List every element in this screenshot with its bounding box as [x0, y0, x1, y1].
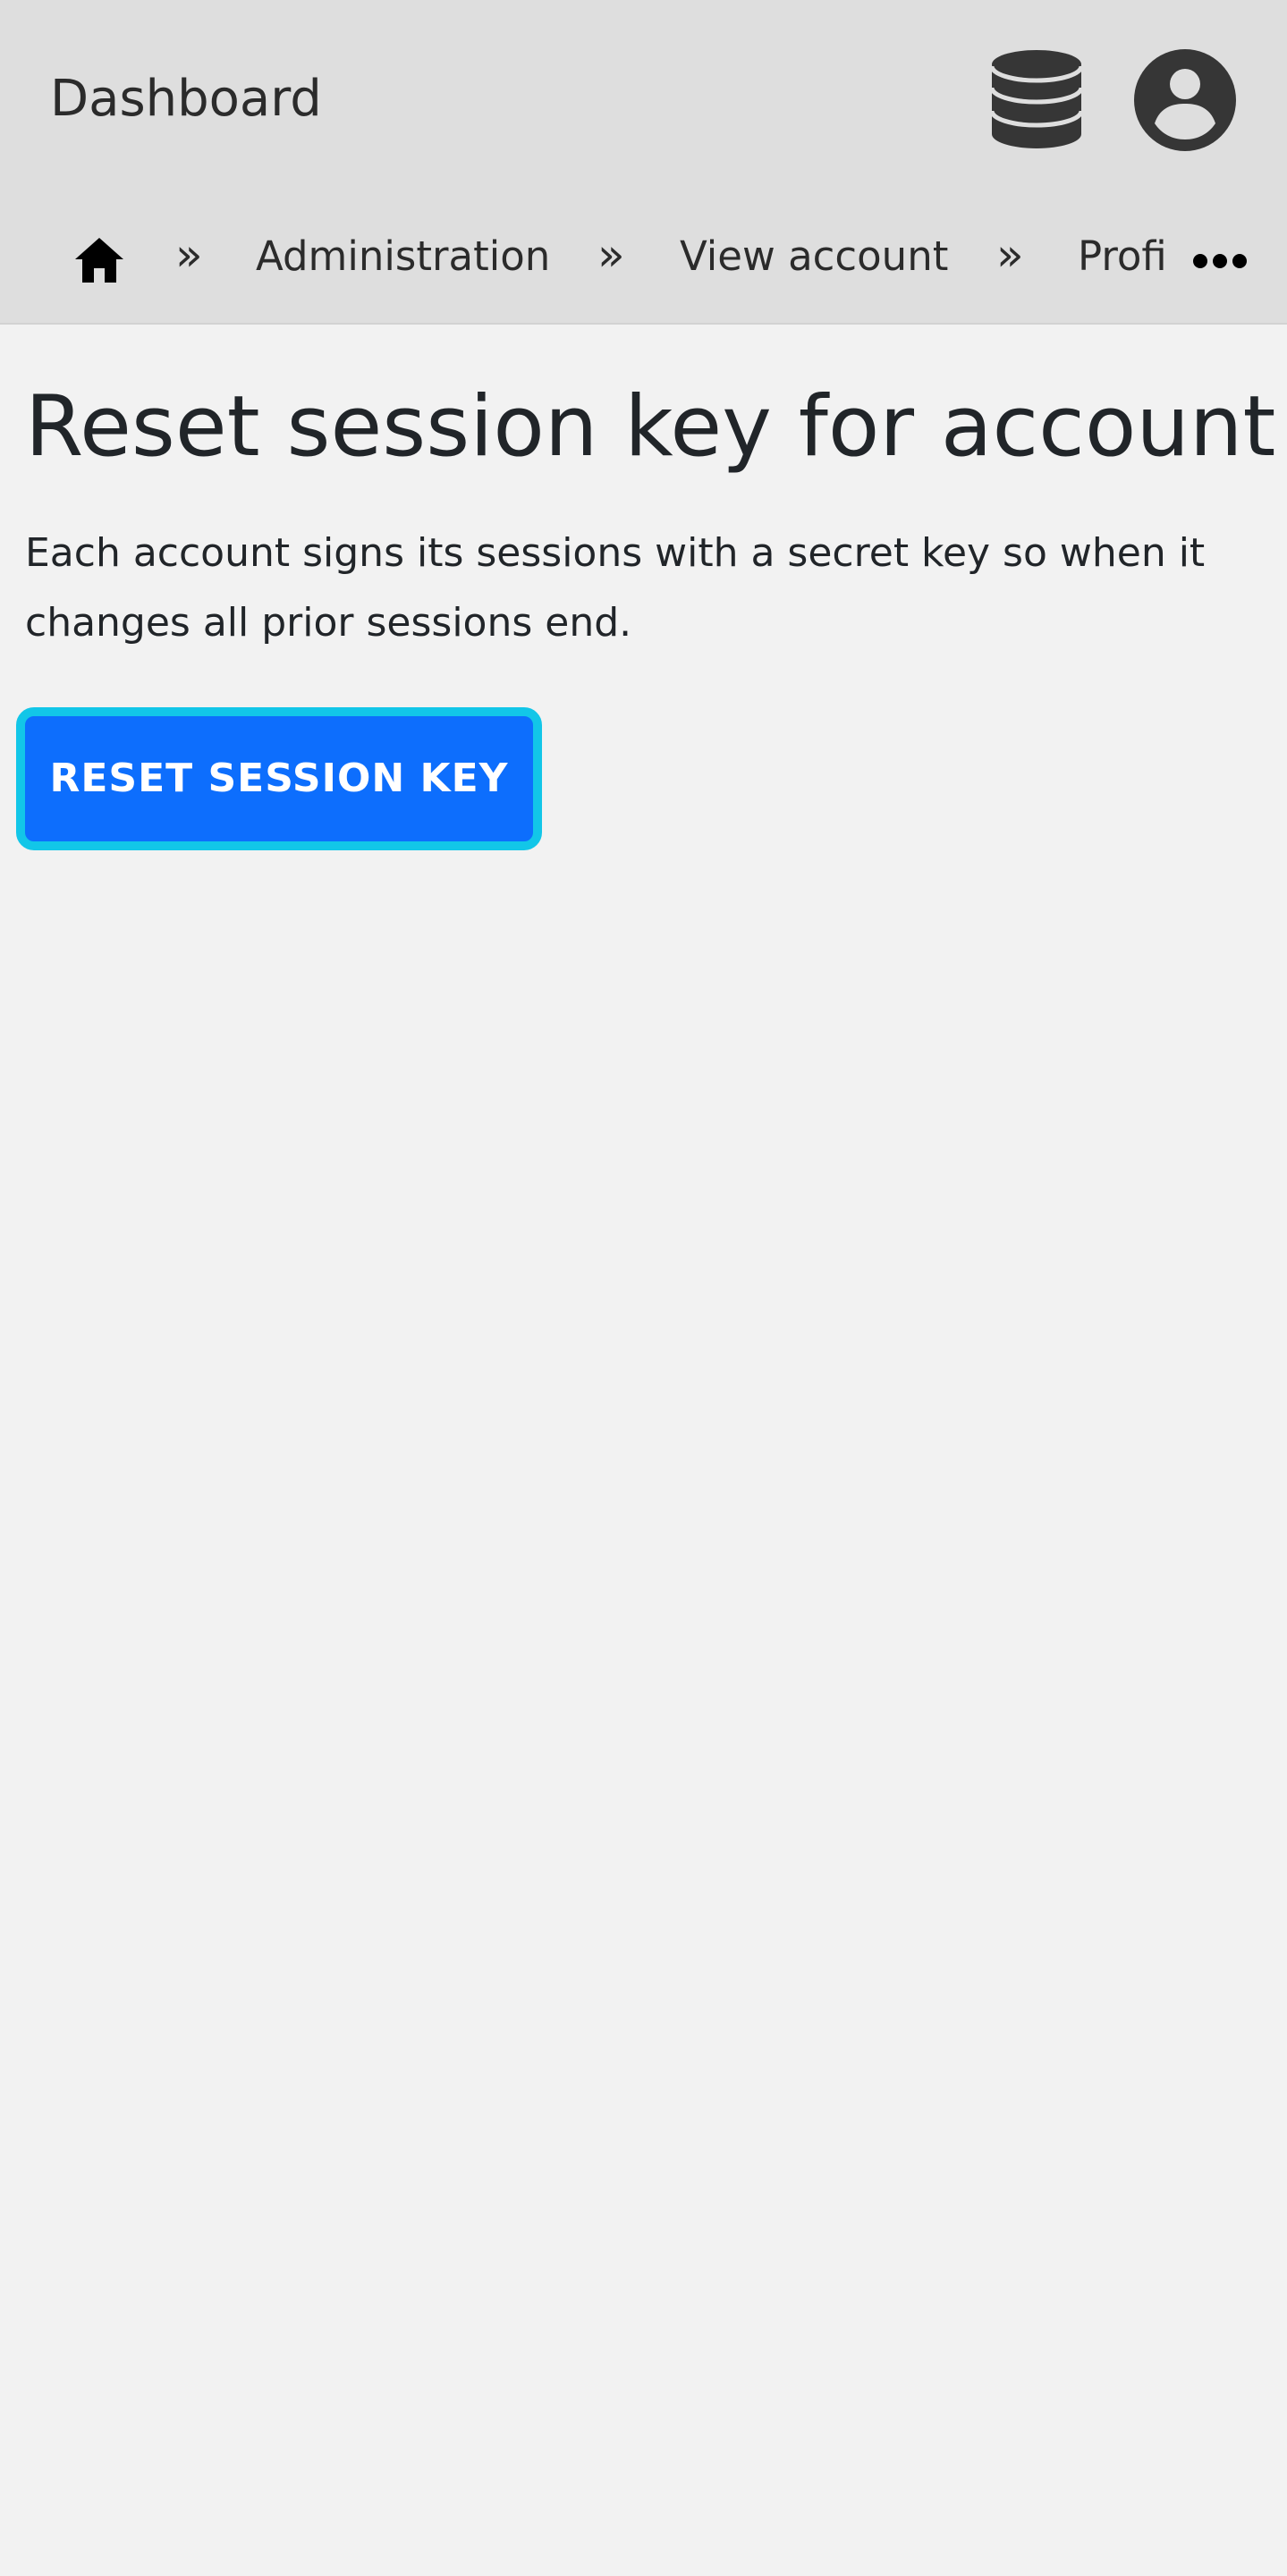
database-button[interactable] [988, 46, 1085, 152]
breadcrumb-item-view-account[interactable]: View account [680, 229, 948, 284]
breadcrumb: » Administration » View account » Profi [0, 198, 1287, 324]
breadcrumb-separator: » [175, 229, 203, 281]
user-menu-button[interactable] [1131, 46, 1239, 154]
breadcrumb-item-administration[interactable]: Administration [256, 229, 550, 284]
home-icon [75, 238, 123, 283]
ellipsis-icon [1193, 254, 1247, 268]
page-description: Each account signs its sessions with a s… [25, 530, 1206, 646]
breadcrumb-separator: » [996, 229, 1024, 281]
dashboard-link[interactable]: Dashboard [50, 64, 322, 134]
database-icon [989, 50, 1084, 148]
page-title: Reset session key for account [25, 378, 1276, 476]
app-header: Dashboard » Administration » View accoun… [0, 0, 1287, 325]
reset-session-key-button[interactable]: RESET SESSION KEY [16, 707, 542, 850]
breadcrumb-item-profile[interactable]: Profi [1078, 229, 1167, 284]
breadcrumb-separator: » [597, 229, 625, 281]
top-bar: Dashboard [0, 0, 1287, 198]
breadcrumb-home-link[interactable] [72, 234, 127, 286]
breadcrumb-more-button[interactable] [1192, 245, 1248, 277]
user-circle-icon [1134, 49, 1236, 151]
